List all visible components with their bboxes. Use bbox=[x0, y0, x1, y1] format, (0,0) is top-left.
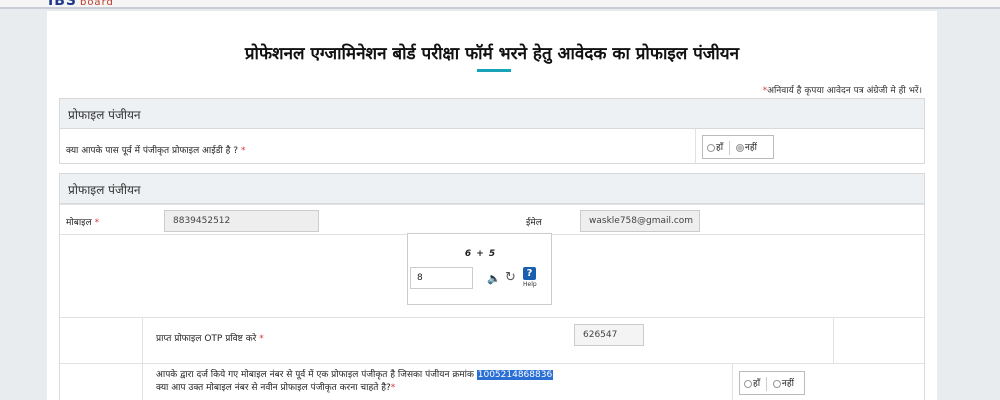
registration-number: 1005214868836 bbox=[476, 370, 554, 380]
help-icon[interactable]: ? Help bbox=[523, 267, 537, 288]
otp-label: प्राप्त प्रोफाइल OTP प्रविष्ट करे * bbox=[156, 334, 264, 344]
site-logo[interactable]: IBS board bbox=[48, 0, 114, 9]
existing-profile-question: क्या आपके पास पूर्व में पंजीकृत प्रोफाइल… bbox=[66, 146, 246, 156]
refresh-icon[interactable]: ↻ bbox=[505, 270, 516, 285]
existing-profile-message: आपके द्वारा दर्ज किये गए मोबाइल नंबर से … bbox=[156, 370, 554, 393]
profile-id-panel: प्रोफाइल पंजीयन क्या आपके पास पूर्व में … bbox=[59, 98, 925, 164]
existing-profile-row: आपके द्वारा दर्ज किये गए मोबाइल नंबर से … bbox=[60, 363, 924, 400]
page-title: प्रोफेशनल एग्जामिनेशन बोर्ड परीक्षा फॉर्… bbox=[244, 44, 740, 64]
captcha-question: 6 + 5 bbox=[464, 249, 497, 259]
radio-no[interactable]: नहीं bbox=[772, 379, 794, 389]
mandatory-note: *अनिवार्य है कृपया आवेदन पत्र अंग्रेजी म… bbox=[762, 86, 922, 96]
form-sheet: प्रोफेशनल एग्जामिनेशन बोर्ड परीक्षा फॉर्… bbox=[47, 11, 937, 400]
otp-row: प्राप्त प्रोफाइल OTP प्रविष्ट करे * 6265… bbox=[60, 317, 924, 363]
radio-no[interactable]: नहीं bbox=[735, 143, 757, 153]
radio-no-icon[interactable] bbox=[772, 379, 781, 388]
email-label: ईमेल bbox=[526, 218, 542, 228]
mobile-label: मोबाइल * bbox=[66, 218, 100, 228]
captcha-input[interactable]: 8 bbox=[410, 267, 473, 289]
radio-yes-icon[interactable] bbox=[744, 379, 752, 388]
mobile-input[interactable]: 8839452512 bbox=[164, 210, 319, 232]
otp-input[interactable]: 626547 bbox=[574, 324, 644, 346]
captcha-box: 6 + 5 8 🔈 ↻ ? Help bbox=[407, 233, 552, 305]
radio-yes-icon[interactable] bbox=[707, 143, 715, 152]
new-profile-radio-group: हाँ नहीं bbox=[739, 371, 805, 395]
speaker-icon[interactable]: 🔈 bbox=[487, 272, 501, 285]
radio-yes[interactable]: हाँ bbox=[707, 143, 723, 153]
existing-profile-radio-group: हाँ नहीं bbox=[702, 135, 774, 159]
panel-heading: प्रोफाइल पंजीयन bbox=[60, 174, 924, 204]
panel-heading: प्रोफाइल पंजीयन bbox=[60, 99, 924, 129]
mobile-email-row: मोबाइल * 8839452512 ईमेल waskle758@gmail… bbox=[60, 204, 924, 234]
title-underline bbox=[477, 69, 511, 72]
radio-yes[interactable]: हाँ bbox=[744, 379, 760, 389]
email-input[interactable]: waskle758@gmail.com bbox=[580, 210, 700, 232]
top-header-bar: IBS board bbox=[0, 0, 1000, 9]
radio-no-icon[interactable] bbox=[735, 143, 744, 152]
